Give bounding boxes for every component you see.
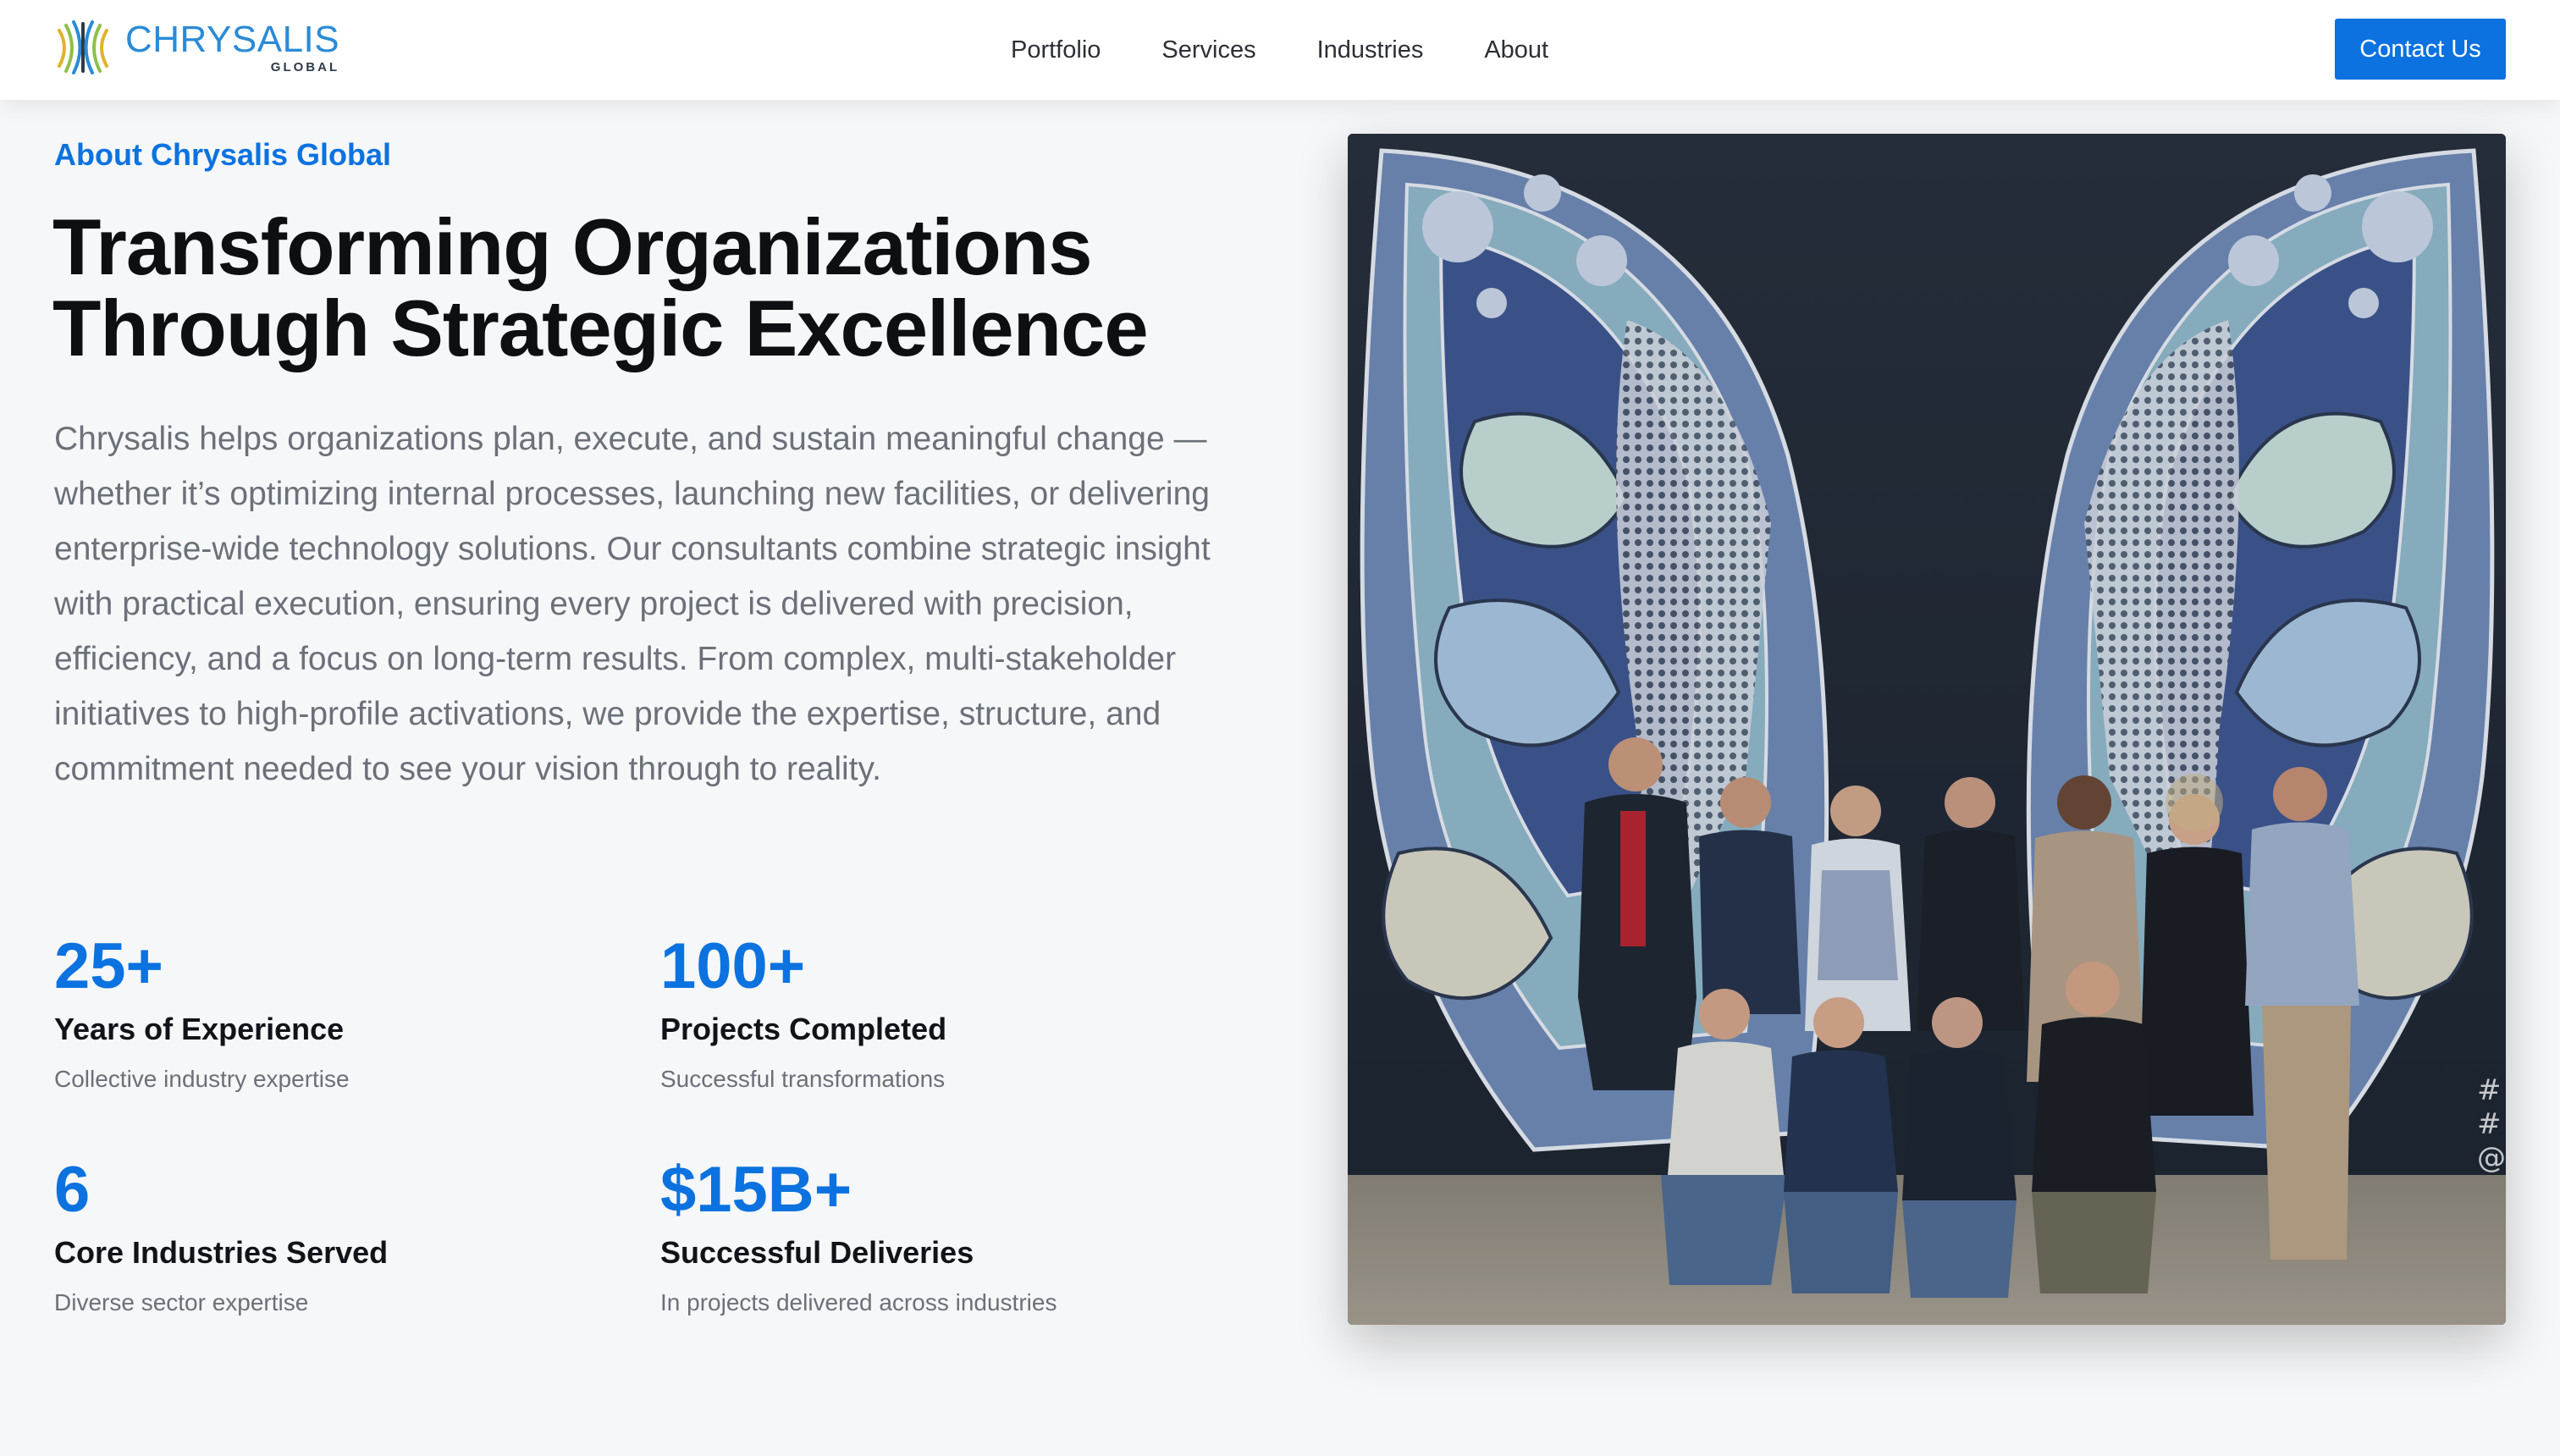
- nav-link-about[interactable]: About: [1484, 36, 1548, 63]
- stat-description: Collective industry expertise: [54, 1066, 350, 1092]
- nav-link-portfolio[interactable]: Portfolio: [1011, 36, 1101, 63]
- intro-paragraph: Chrysalis helps organizations plan, exec…: [54, 421, 1211, 787]
- section-eyebrow: About Chrysalis Global: [54, 137, 392, 172]
- stat-description: In projects delivered across industries: [660, 1289, 1057, 1315]
- brand-logo[interactable]: CHRYSALIS GLOBAL: [52, 19, 339, 76]
- brand-wordmark: CHRYSALIS GLOBAL: [125, 21, 339, 74]
- stat-label: Projects Completed: [660, 1012, 947, 1046]
- stat-industries: 6 Core Industries Served Diverse sector …: [54, 1152, 596, 1316]
- brand-sub: GLOBAL: [270, 60, 340, 74]
- stat-experience: 25+ Years of Experience Collective indus…: [54, 929, 596, 1093]
- stat-label: Successful Deliveries: [660, 1235, 974, 1270]
- nav-links: Portfolio Services Industries About: [1011, 30, 1548, 69]
- stat-description: Diverse sector expertise: [54, 1289, 309, 1315]
- nav-link-services[interactable]: Services: [1161, 36, 1255, 63]
- page-title: Transforming Organizations Through Strat…: [52, 207, 1272, 369]
- mural-hashtag-text: # # @: [2477, 1073, 2506, 1175]
- stat-value: $15B+: [660, 1154, 852, 1226]
- stat-value: 25+: [54, 930, 163, 1002]
- stat-value: 6: [54, 1154, 91, 1226]
- brand-name: CHRYSALIS: [125, 19, 340, 60]
- top-navbar: CHRYSALIS GLOBAL Portfolio Services Indu…: [0, 0, 2560, 100]
- chrysalis-logo-icon: [58, 20, 108, 74]
- stat-deliveries: $15B+ Successful Deliveries In projects …: [660, 1152, 1202, 1316]
- team-mural-illustration: [1348, 134, 2506, 1325]
- headline-line-2: Through Strategic Excellence: [52, 284, 1149, 372]
- headline-line-1: Transforming Organizations: [52, 202, 1093, 291]
- stat-description: Successful transformations: [660, 1066, 946, 1092]
- stat-label: Years of Experience: [54, 1012, 345, 1046]
- contact-us-button[interactable]: Contact Us: [2335, 19, 2506, 80]
- nav-link-industries[interactable]: Industries: [1317, 36, 1424, 63]
- team-photo: # # @: [1348, 134, 2506, 1325]
- stat-projects: 100+ Projects Completed Successful trans…: [660, 929, 1202, 1093]
- stat-value: 100+: [660, 930, 806, 1002]
- stat-label: Core Industries Served: [54, 1235, 389, 1270]
